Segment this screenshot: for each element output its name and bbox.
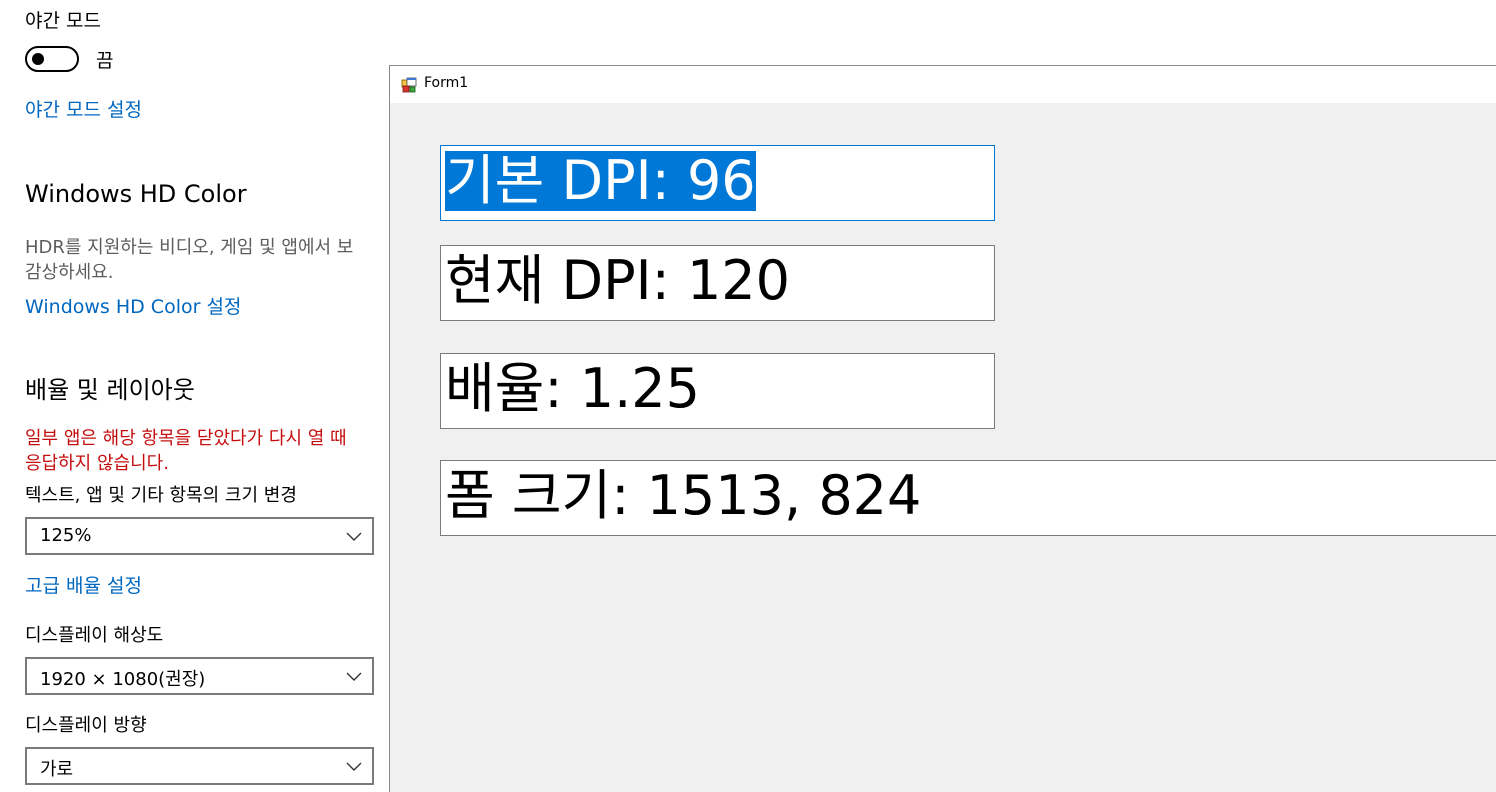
- form-size-text: 폼 크기: 1513, 824: [445, 464, 922, 527]
- current-dpi-textbox[interactable]: 현재 DPI: 120: [440, 245, 995, 321]
- scale-warning-line1: 일부 앱은 해당 항목을 닫았다가 다시 열 때: [25, 428, 347, 449]
- current-dpi-text: 현재 DPI: 120: [445, 249, 791, 312]
- advanced-scaling-link[interactable]: 고급 배율 설정: [25, 571, 142, 598]
- orientation-label: 디스플레이 방향: [25, 715, 147, 736]
- orientation-select[interactable]: 가로: [25, 747, 374, 785]
- chevron-down-icon: [346, 672, 362, 681]
- form1-window: Form1 기본 DPI: 96 현재 DPI: 120 배율: 1.25 폼 …: [389, 65, 1496, 792]
- form-title: Form1: [424, 75, 469, 91]
- night-mode-toggle-state: 끔: [96, 50, 114, 72]
- scale-warning-line2: 응답하지 않습니다.: [25, 453, 169, 474]
- toggle-knob: [32, 53, 44, 65]
- form-app-icon: [401, 77, 417, 93]
- chevron-down-icon: [346, 532, 362, 541]
- scale-label: 텍스트, 앱 및 기타 항목의 크기 변경: [25, 485, 297, 506]
- night-mode-toggle[interactable]: [25, 46, 79, 72]
- form-size-textbox[interactable]: 폼 크기: 1513, 824: [440, 460, 1496, 536]
- resolution-select-value: 1920 × 1080(권장): [40, 669, 206, 690]
- night-mode-title: 야간 모드: [25, 10, 101, 32]
- scale-factor-textbox[interactable]: 배율: 1.25: [440, 353, 995, 429]
- base-dpi-text: 기본 DPI: 96: [445, 149, 756, 212]
- night-mode-settings-link[interactable]: 야간 모드 설정: [25, 95, 142, 122]
- chevron-down-icon: [346, 762, 362, 771]
- display-settings-panel: 야간 모드 끔 야간 모드 설정 Windows HD Color HDR를 지…: [0, 0, 390, 792]
- form1-titlebar[interactable]: Form1: [390, 66, 1496, 103]
- base-dpi-textbox[interactable]: 기본 DPI: 96: [440, 145, 995, 221]
- hd-color-description-line1: HDR를 지원하는 비디오, 게임 및 앱에서 보: [25, 237, 354, 258]
- resolution-label: 디스플레이 해상도: [25, 625, 164, 646]
- hd-color-settings-link[interactable]: Windows HD Color 설정: [25, 292, 241, 319]
- scale-factor-text: 배율: 1.25: [445, 357, 700, 420]
- orientation-select-value: 가로: [40, 759, 74, 780]
- hd-color-heading: Windows HD Color: [25, 180, 247, 208]
- hd-color-description-line2: 감상하세요.: [25, 262, 114, 283]
- scale-select-value: 125%: [40, 525, 92, 546]
- resolution-select[interactable]: 1920 × 1080(권장): [25, 657, 374, 695]
- scale-select[interactable]: 125%: [25, 517, 374, 555]
- scale-layout-heading: 배율 및 레이아웃: [25, 376, 195, 404]
